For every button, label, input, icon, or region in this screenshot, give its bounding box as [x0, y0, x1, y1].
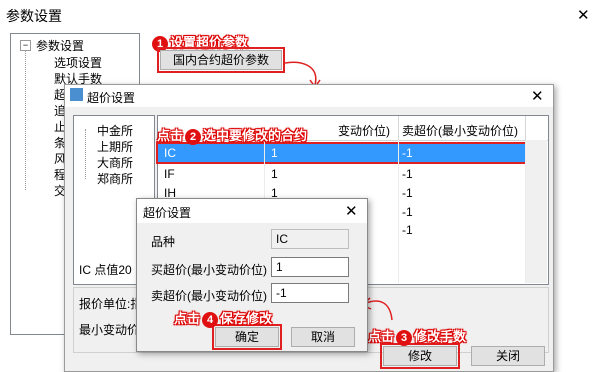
main-window-title: 参数设置 [6, 8, 62, 24]
main-close-icon[interactable]: ✕ [577, 6, 590, 24]
info-contract: IC 点值20 [79, 263, 132, 277]
table-row-sell[interactable]: -1 [402, 223, 413, 237]
table-row-buy[interactable]: 1 [271, 146, 278, 160]
overprice-title: 超价设置 [87, 91, 136, 105]
exchange-czce[interactable]: 郑商所 [97, 170, 133, 187]
exchange-tree-line [85, 129, 87, 179]
col-buy-header: 变动价位) [338, 124, 390, 138]
table-row-sell[interactable]: -1 [402, 146, 413, 160]
header-divider [525, 116, 526, 140]
table-scrollbar[interactable] [526, 140, 547, 283]
col-sell-header: 卖超价(最小变动价位) [402, 124, 518, 138]
confirm-button[interactable]: 确定 [212, 324, 282, 350]
tree-item-options[interactable]: 选项设置 [54, 54, 102, 71]
tree-guide-line [25, 50, 27, 190]
edit-close-icon[interactable]: ✕ [345, 202, 358, 220]
overprice-close-icon[interactable]: ✕ [531, 87, 544, 105]
info-unit: 报价单位:指 [79, 297, 143, 311]
sell-overprice-label: 卖超价(最小变动价位) [151, 289, 267, 303]
app-icon [70, 88, 83, 101]
buy-overprice-input[interactable]: 1 [271, 257, 349, 277]
modify-button[interactable]: 修改 [380, 343, 460, 369]
table-row-sell[interactable]: -1 [402, 205, 413, 219]
sell-overprice-input[interactable]: -1 [271, 283, 349, 303]
main-title-bar: 参数设置 ✕ [0, 0, 600, 30]
edit-dialog: 超价设置 ✕ 品种 IC 买超价(最小变动价位) 1 卖超价(最小变动价位) -… [136, 198, 368, 352]
buy-overprice-label: 买超价(最小变动价位) [151, 263, 267, 277]
annotation-step-4: 点击 4 保存修改 [174, 311, 273, 328]
header-divider [398, 116, 399, 140]
col-divider [398, 140, 399, 283]
cancel-button[interactable]: 取消 [291, 327, 355, 347]
table-row-selected[interactable] [156, 142, 528, 164]
table-row-sell[interactable]: -1 [402, 167, 413, 181]
variety-field: IC [271, 229, 349, 249]
annotation-step-2: 点击 2 选中要修改的合约 [157, 128, 308, 145]
table-row-buy[interactable]: 1 [271, 167, 278, 181]
variety-label: 品种 [151, 235, 176, 249]
exchange-shfe[interactable]: 上期所 [97, 138, 133, 155]
annotation-step-1: 1 设置超价参数 [150, 32, 248, 52]
table-row-code[interactable]: IF [164, 167, 175, 181]
edit-title: 超价设置 [143, 206, 192, 220]
table-row-sell[interactable]: -1 [402, 186, 413, 200]
overprice-titlebar [65, 85, 553, 107]
exchange-cffex[interactable]: 中金所 [97, 122, 133, 139]
tree-root-label[interactable]: 参数设置 [36, 37, 84, 54]
close-button[interactable]: 关闭 [471, 346, 545, 366]
exchange-dce[interactable]: 大商所 [97, 154, 133, 171]
info-min-tick: 最小变动价 [79, 323, 140, 337]
domestic-overprice-button[interactable]: 国内合约超价参数 [157, 47, 285, 73]
table-row-code[interactable]: IC [164, 146, 176, 160]
